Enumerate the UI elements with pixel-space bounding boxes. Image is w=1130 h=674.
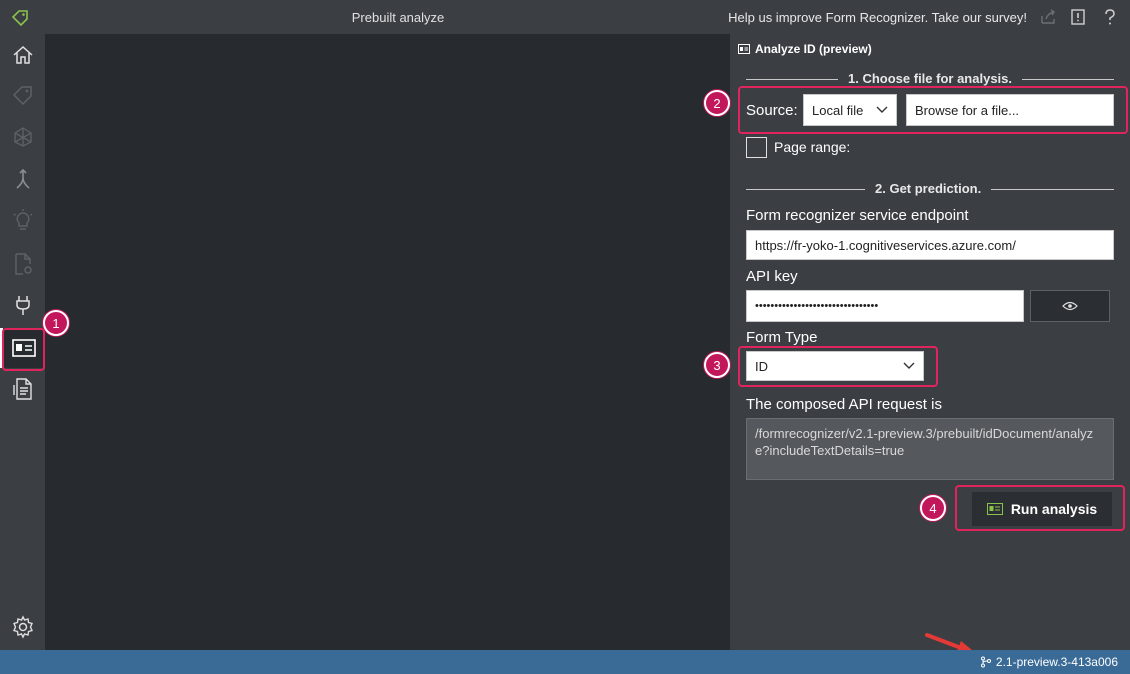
annotation-badge-2: 2 [704, 90, 730, 116]
composed-request-label: The composed API request is [746, 396, 942, 413]
browse-file-label: Browse for a file... [915, 102, 1020, 118]
apikey-value: •••••••••••••••••••••••••••••••• [755, 300, 879, 312]
share-icon[interactable] [1038, 7, 1058, 27]
left-nav-rail [0, 34, 45, 650]
browse-file-input[interactable]: Browse for a file... [906, 94, 1114, 126]
page-range-checkbox[interactable] [746, 137, 767, 158]
formtype-dropdown[interactable]: ID [746, 351, 924, 381]
merge-icon[interactable] [10, 166, 36, 192]
document-list-icon[interactable] [10, 376, 36, 402]
feedback-icon[interactable] [1068, 7, 1088, 27]
show-key-button[interactable] [1030, 290, 1110, 322]
version-text: 2.1-preview.3-413a006 [995, 655, 1118, 669]
section-get-prediction-title: 2. Get prediction. [865, 181, 992, 196]
annotation-badge-3: 3 [704, 352, 730, 378]
panel-title: Analyze ID (preview) [755, 42, 872, 56]
document-canvas [45, 34, 730, 650]
panel-header: Analyze ID (preview) [738, 42, 872, 56]
help-icon[interactable] [1100, 7, 1120, 27]
apikey-input[interactable]: •••••••••••••••••••••••••••••••• [746, 290, 1024, 322]
composed-request-textarea[interactable]: /formrecognizer/v2.1-preview.3/prebuilt/… [746, 418, 1114, 480]
branch-icon [980, 656, 991, 668]
section-choose-file: 1. Choose file for analysis. [746, 71, 1114, 87]
plug-icon[interactable] [10, 292, 36, 318]
tag-icon[interactable] [10, 82, 36, 108]
endpoint-value: https://fr-yoko-1.cognitiveservices.azur… [755, 237, 1016, 253]
id-card-small-icon [738, 44, 750, 54]
formtype-value: ID [755, 358, 768, 374]
endpoint-input[interactable]: https://fr-yoko-1.cognitiveservices.azur… [746, 230, 1114, 260]
analyze-panel: Analyze ID (preview) 1. Choose file for … [730, 34, 1130, 650]
run-analysis-label: Run analysis [1010, 501, 1098, 517]
source-label: Source: [746, 102, 798, 119]
version-indicator: 2.1-preview.3-413a006 [980, 655, 1118, 669]
run-analysis-button[interactable]: Run analysis [972, 492, 1112, 526]
connections-icon[interactable] [10, 124, 36, 150]
page-range-label: Page range: [774, 139, 851, 155]
id-card-icon[interactable] [0, 328, 45, 368]
source-value: Local file [812, 102, 864, 118]
chevron-down-icon [876, 106, 888, 113]
lightbulb-icon[interactable] [10, 208, 36, 234]
eye-icon [1062, 301, 1078, 311]
apikey-label: API key [746, 268, 798, 285]
home-icon[interactable] [10, 42, 36, 68]
section-choose-file-title: 1. Choose file for analysis. [838, 71, 1022, 86]
title-bar: Prebuilt analyze Help us improve Form Re… [0, 0, 1130, 34]
document-settings-icon[interactable] [10, 251, 36, 277]
section-get-prediction: 2. Get prediction. [746, 181, 1114, 197]
source-dropdown[interactable]: Local file [803, 94, 897, 126]
id-card-run-icon [986, 503, 1003, 515]
survey-link[interactable]: Help us improve Form Recognizer. Take ou… [728, 10, 1027, 25]
annotation-badge-1: 1 [43, 310, 69, 336]
settings-icon[interactable] [10, 614, 36, 640]
tag-logo-icon [10, 8, 30, 27]
window-title: Prebuilt analyze [351, 10, 445, 25]
status-bar: 2.1-preview.3-413a006 [0, 650, 1130, 674]
chevron-down-icon [903, 362, 915, 369]
formtype-label: Form Type [746, 329, 818, 346]
annotation-badge-4: 4 [920, 495, 946, 521]
endpoint-label: Form recognizer service endpoint [746, 207, 969, 224]
